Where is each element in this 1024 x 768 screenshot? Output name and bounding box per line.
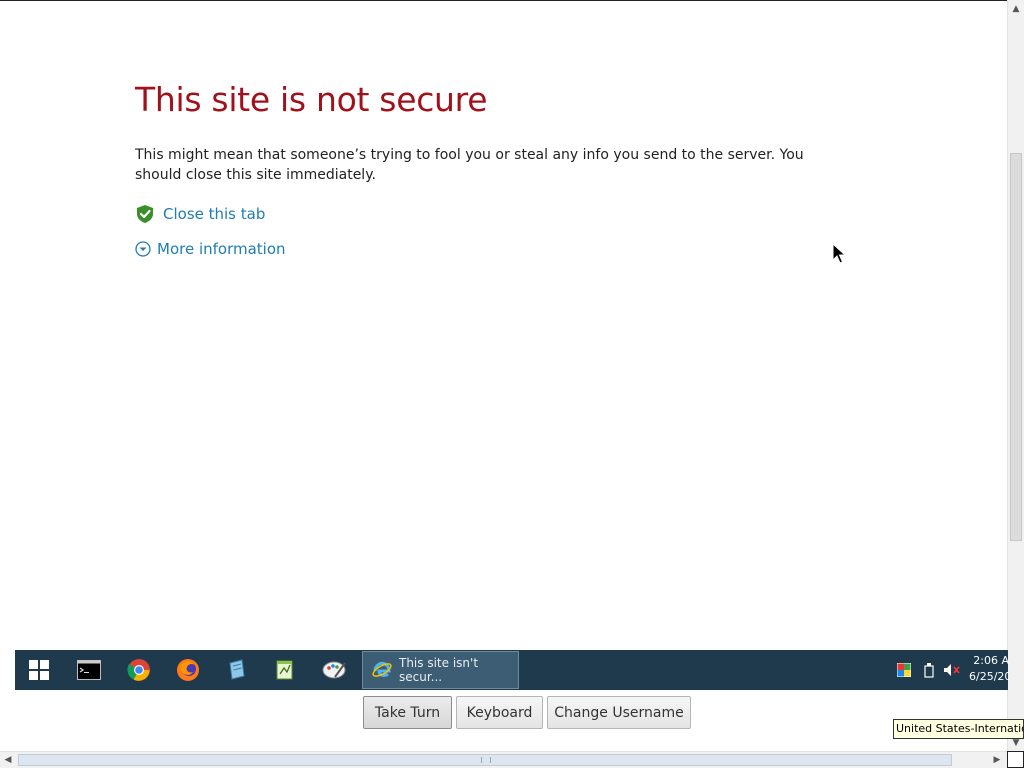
mouse-cursor-icon (832, 242, 847, 265)
taskbar-window-ie[interactable]: This site isn't secur... (362, 651, 519, 689)
change-username-button[interactable]: Change Username (547, 696, 691, 729)
scroll-down-arrow-icon[interactable]: ▼ (1011, 738, 1021, 748)
color-display-tray-icon[interactable] (894, 660, 914, 680)
close-tab-link[interactable]: Close this tab (135, 204, 265, 224)
clock-date: 6/25/20 (969, 670, 1009, 683)
taskbar-window-title: This site isn't secur... (399, 656, 479, 684)
keyboard-button[interactable]: Keyboard (456, 696, 543, 729)
internet-explorer-icon (371, 659, 393, 681)
more-information-label: More information (157, 240, 286, 258)
volume-muted-icon[interactable] (942, 660, 962, 680)
chevron-down-circle-icon (135, 241, 151, 257)
usb-device-tray-icon[interactable] (919, 660, 939, 680)
window-top-border (0, 0, 1007, 1)
language-tooltip: United States-International (893, 719, 1024, 739)
notepad-plus-plus-icon[interactable] (265, 650, 305, 690)
scroll-grip-icon (481, 757, 491, 763)
shield-check-icon (135, 204, 155, 224)
close-tab-label: Close this tab (163, 205, 266, 223)
take-turn-button[interactable]: Take Turn (363, 696, 452, 729)
more-information-link[interactable]: More information (135, 240, 286, 258)
chrome-icon[interactable] (119, 650, 159, 690)
error-description: This might mean that someone’s trying to… (135, 147, 804, 183)
notepad-icon[interactable] (217, 650, 257, 690)
scroll-up-arrow-icon[interactable]: ▲ (1011, 4, 1021, 14)
scroll-right-arrow-icon[interactable]: ▶ (992, 755, 1002, 765)
clock-time: 2:06 A (973, 654, 1009, 667)
firefox-icon[interactable] (168, 650, 208, 690)
error-title: This site is not secure (135, 80, 488, 119)
scrollbar-corner (1007, 751, 1024, 768)
taskbar-clock[interactable]: 2:06 A 6/25/20 (969, 653, 1009, 685)
windows-start-icon[interactable] (19, 650, 59, 690)
command-prompt-icon[interactable] (69, 650, 109, 690)
vertical-scroll-thumb[interactable] (1010, 153, 1022, 541)
horizontal-scroll-thumb[interactable] (18, 754, 952, 766)
browser-viewport: This site is not secure This might mean … (0, 0, 1024, 768)
horizontal-scrollbar[interactable]: ◀ ▶ (0, 751, 1007, 768)
taskbar: This site isn't secur... 2:06 A 6/25/20 (15, 650, 1009, 690)
scroll-left-arrow-icon[interactable]: ◀ (3, 755, 13, 765)
vertical-scrollbar[interactable]: ▲ ▼ (1007, 0, 1024, 751)
paint-icon[interactable] (315, 650, 355, 690)
